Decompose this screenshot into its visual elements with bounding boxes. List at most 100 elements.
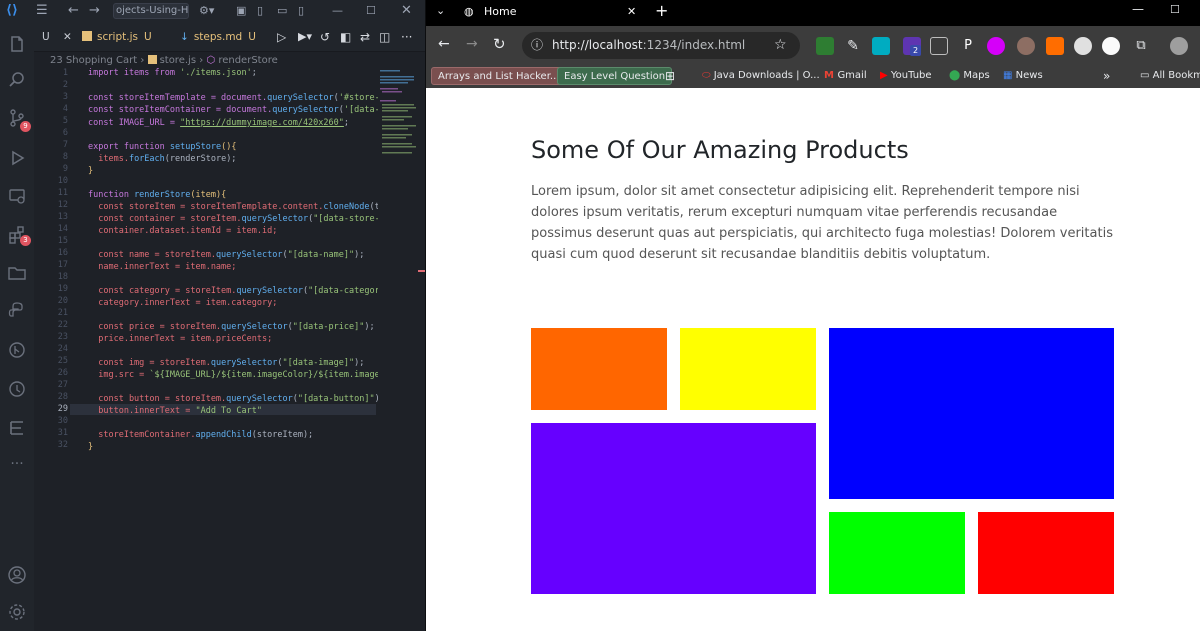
menu-icon[interactable]: ☰ [36,0,48,22]
code-token: const storeItem = storeItemTemplate.cont… [88,202,324,212]
breadcrumb-symbol[interactable]: renderStore [218,55,277,66]
browser-tab-home[interactable]: ◍ Home ✕ [456,0,646,26]
bookmark-youtube[interactable]: ▶ YouTube [880,67,932,85]
close-window-icon[interactable]: ✕ [401,0,412,22]
bookmark-java-downloads[interactable]: ⬭ Java Downloads | O... [702,67,820,85]
copilot-icon[interactable]: ⚙▾ [199,0,214,22]
extensions-puzzle-icon[interactable]: ⧉ [1132,37,1150,55]
code-token: querySelector [210,358,278,368]
maximize-icon[interactable]: ☐ [366,0,376,22]
code-token: const button = storeItem. [88,394,227,404]
extension-icon[interactable] [816,37,834,55]
toggle-panel-icon[interactable]: ▭ [277,0,287,22]
close-tab-icon[interactable]: ✕ [63,31,72,43]
product-image[interactable] [531,328,667,410]
reload-icon[interactable]: ↻ [493,35,506,53]
preview-icon[interactable]: ◧ [340,22,351,52]
address-bar[interactable]: ⓘ http://localhost:1234/index.html ☆ [522,32,800,59]
new-tab-plus-icon[interactable]: + [655,1,668,20]
bookmark-easy-level[interactable]: Easy Level Question [557,67,673,85]
extension-icon[interactable] [872,37,890,55]
layout-icon[interactable]: ▣ [236,0,246,22]
code-token: img.src = [88,370,150,380]
bookmarks-overflow[interactable]: » [1103,67,1110,85]
minimize-icon[interactable]: — [1132,2,1144,16]
line-number: 19 [57,284,68,294]
browser-toolbar: ← → ↻ ⓘ http://localhost:1234/index.html… [426,26,1200,64]
line-number: 3 [62,92,68,102]
extension-icon[interactable] [987,37,1005,55]
all-bookmarks[interactable]: ▭ All Bookm [1140,67,1200,85]
eyedropper-icon[interactable]: ✎ [844,37,862,55]
maximize-icon[interactable]: ☐ [1170,3,1180,16]
outline-icon[interactable] [7,418,27,438]
bookmark-news[interactable]: ▦ News [1003,67,1043,85]
code-token: } [88,442,94,452]
close-tab-icon[interactable]: ✕ [627,0,636,24]
compare-icon[interactable]: ⇄ [360,22,370,52]
cookie-icon[interactable] [1017,37,1035,55]
more-actions-icon[interactable]: ··· [401,22,412,52]
remote-explorer-icon[interactable] [7,186,27,206]
code-token: const storeItemTemplate = document. [88,93,268,103]
bookmark-maps[interactable]: ⬤ Maps [949,67,990,85]
bookmark-star-icon[interactable]: ☆ [774,32,787,59]
toggle-secondary-sidebar-icon[interactable]: ▯ [298,0,304,22]
split-run-icon[interactable]: ▶▾ [298,22,312,52]
settings-gear-icon[interactable] [7,602,27,622]
run-debug-icon[interactable] [7,148,27,168]
code-token: `${IMAGE_URL}/${item.imageColor}/${item.… [149,370,378,380]
split-editor-icon[interactable]: ◫ [379,22,390,52]
extension-icon[interactable] [1074,37,1092,55]
toggle-sidebar-icon[interactable]: ▯ [257,0,263,22]
extension-icon[interactable] [1046,37,1064,55]
back-arrow-icon[interactable]: ← [68,0,79,22]
tab-unsaved[interactable]: U ✕ [42,22,72,52]
explorer-icon[interactable] [7,34,27,54]
globe-icon: ◍ [464,5,474,18]
breadcrumb-file[interactable]: store.js [160,55,196,66]
run-icon[interactable]: ▷ [277,22,286,52]
extension-icon[interactable] [930,37,948,55]
browser-window: ⌄ ◍ Home ✕ + — ☐ ← → ↻ ⓘ http://localhos… [426,0,1200,631]
timeline-icon[interactable]: ↺ [320,22,330,52]
tab-search-chevron-icon[interactable]: ⌄ [436,4,445,17]
tab-script-js[interactable]: script.js U [82,22,152,52]
python-icon[interactable] [7,301,27,321]
more-icon[interactable]: ··· [7,456,27,476]
extension-badge: 2 [910,45,921,56]
profile-avatar[interactable] [1170,37,1188,55]
pinterest-icon[interactable]: P [959,37,977,55]
breadcrumb-folder[interactable]: 23 Shopping Cart [50,55,137,66]
product-image[interactable] [829,328,1114,499]
back-arrow-icon[interactable]: ← [438,36,450,52]
line-number: 30 [57,416,68,426]
folder-icon[interactable] [7,263,27,283]
extension-icon[interactable]: 2 [903,37,921,56]
product-image[interactable] [829,512,965,594]
product-image[interactable] [680,328,816,410]
remote-tunnels-icon[interactable] [7,379,27,399]
git-graph-icon[interactable] [7,340,27,360]
account-icon[interactable] [7,565,27,585]
command-center-search[interactable]: ojects-Using-HTM [113,3,189,19]
forward-arrow-icon[interactable]: → [466,36,478,52]
product-image[interactable] [978,512,1114,594]
tab-steps-md[interactable]: ↓ steps.md U [180,22,256,52]
bookmark-gmail[interactable]: M Gmail [824,67,867,85]
product-image[interactable] [531,423,816,594]
minimize-icon[interactable]: — [332,0,343,22]
code-token: const storeItemContainer = document. [88,105,273,115]
extension-icon[interactable] [1102,37,1120,55]
code-token: appendChild [195,430,252,440]
code-token: setupStore [169,142,222,152]
bookmark-arrays-list[interactable]: Arrays and List Hacker... [431,67,567,85]
minimap[interactable] [378,68,418,158]
search-icon[interactable] [7,70,27,90]
browser-tab-strip: ⌄ ◍ Home ✕ + — ☐ [426,0,1200,26]
editor-scrollbar[interactable] [418,68,426,631]
apps-grid-icon[interactable]: ⊞ [665,67,675,85]
site-info-icon[interactable]: ⓘ [531,32,543,59]
forward-arrow-icon[interactable]: → [89,0,100,22]
code-editor[interactable]: import items from './items.json'; const … [88,68,378,458]
